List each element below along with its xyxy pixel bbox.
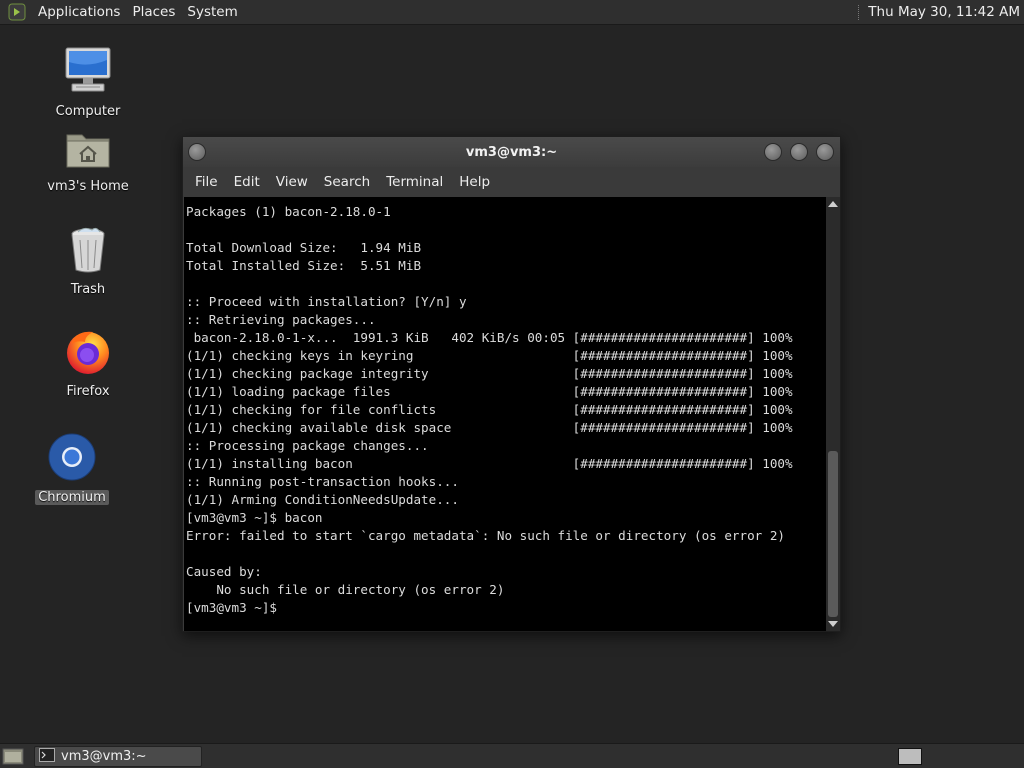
show-desktop-icon[interactable] — [2, 747, 24, 766]
terminal-line: Total Installed Size: 5.51 MiB — [186, 258, 422, 273]
terminal-line: Packages (1) bacon-2.18.0-1 — [186, 204, 391, 219]
desktop-icon-label: Firefox — [66, 384, 110, 399]
terminal-app-icon — [39, 747, 55, 766]
desktop-icon-trash[interactable]: Trash — [33, 226, 143, 297]
bottom-panel: vm3@vm3:~ — [0, 743, 1024, 768]
scrollbar-thumb[interactable] — [828, 451, 838, 617]
window-menu-button[interactable] — [188, 143, 206, 161]
desktop-icon-chromium[interactable]: Chromium — [17, 432, 127, 505]
home-folder-icon — [64, 127, 112, 175]
terminal-line: [vm3@vm3 ~]$ bacon — [186, 510, 323, 525]
terminal-line: (1/1) installing bacon [################… — [186, 456, 793, 471]
trash-icon — [66, 226, 110, 278]
clock[interactable]: Thu May 30, 11:42 AM — [868, 4, 1024, 20]
terminal-prompt-line: [vm3@vm3 ~]$ — [186, 600, 277, 615]
terminal-line: (1/1) checking available disk space [###… — [186, 420, 793, 435]
scroll-down-arrow-icon[interactable] — [828, 621, 838, 627]
window-titlebar[interactable]: vm3@vm3:~ — [183, 137, 840, 167]
terminal-line: (1/1) loading package files [###########… — [186, 384, 793, 399]
taskbar-button-label: vm3@vm3:~ — [61, 749, 147, 764]
desktop-icon-firefox[interactable]: Firefox — [33, 326, 143, 399]
applications-menu[interactable]: Applications — [32, 0, 126, 25]
terminal-line: :: Proceed with installation? [Y/n] y — [186, 294, 467, 309]
terminal-line: (1/1) checking for file conflicts [#####… — [186, 402, 793, 417]
menu-terminal[interactable]: Terminal — [378, 167, 451, 197]
desktop-icon-label: Trash — [70, 282, 106, 297]
desktop-icon-computer[interactable]: Computer — [33, 44, 143, 119]
terminal-menubar: File Edit View Search Terminal Help — [183, 167, 840, 197]
desktop-icon-label: Computer — [55, 104, 121, 119]
taskbar-button-terminal[interactable]: vm3@vm3:~ — [34, 746, 202, 767]
terminal-line: Caused by: — [186, 564, 262, 579]
menu-help[interactable]: Help — [451, 167, 498, 197]
desktop-icon-home[interactable]: vm3's Home — [33, 127, 143, 194]
minimize-button[interactable] — [764, 143, 782, 161]
terminal-scrollbar[interactable] — [826, 197, 840, 631]
workspace-switcher[interactable] — [898, 748, 922, 765]
terminal-line: (1/1) checking keys in keyring [########… — [186, 348, 793, 363]
panel-separator — [858, 4, 860, 20]
terminal-line: No such file or directory (os error 2) — [186, 582, 505, 597]
terminal-line: :: Retrieving packages... — [186, 312, 376, 327]
terminal-line: :: Running post-transaction hooks... — [186, 474, 459, 489]
terminal-line: Total Download Size: 1.94 MiB — [186, 240, 422, 255]
firefox-icon — [63, 326, 113, 380]
terminal-output[interactable]: Packages (1) bacon-2.18.0-1 Total Downlo… — [184, 197, 826, 631]
menu-search[interactable]: Search — [316, 167, 378, 197]
system-menu[interactable]: System — [181, 0, 243, 25]
desktop-icon-label: vm3's Home — [47, 179, 129, 194]
top-panel: Applications Places System Thu May 30, 1… — [0, 0, 1024, 25]
close-button[interactable] — [816, 143, 834, 161]
terminal-window[interactable]: vm3@vm3:~ File Edit View Search Terminal… — [182, 136, 841, 632]
terminal-line: (1/1) checking package integrity [######… — [186, 366, 793, 381]
main-menu-logo-icon[interactable] — [6, 1, 28, 23]
maximize-button[interactable] — [790, 143, 808, 161]
menu-edit[interactable]: Edit — [226, 167, 268, 197]
panel-right-area: Thu May 30, 11:42 AM — [858, 0, 1024, 25]
menu-view[interactable]: View — [268, 167, 316, 197]
terminal-line: (1/1) Arming ConditionNeedsUpdate... — [186, 492, 459, 507]
menu-file[interactable]: File — [187, 167, 226, 197]
terminal-line: Error: failed to start `cargo metadata`:… — [186, 528, 785, 543]
terminal-line: bacon-2.18.0-1-x... 1991.3 KiB 402 KiB/s… — [186, 330, 793, 345]
window-title: vm3@vm3:~ — [465, 144, 558, 160]
computer-icon — [62, 44, 114, 100]
places-menu[interactable]: Places — [126, 0, 181, 25]
scroll-up-arrow-icon[interactable] — [828, 201, 838, 207]
terminal-line: :: Processing package changes... — [186, 438, 429, 453]
chromium-icon — [47, 432, 97, 486]
desktop-icon-label: Chromium — [35, 490, 109, 505]
